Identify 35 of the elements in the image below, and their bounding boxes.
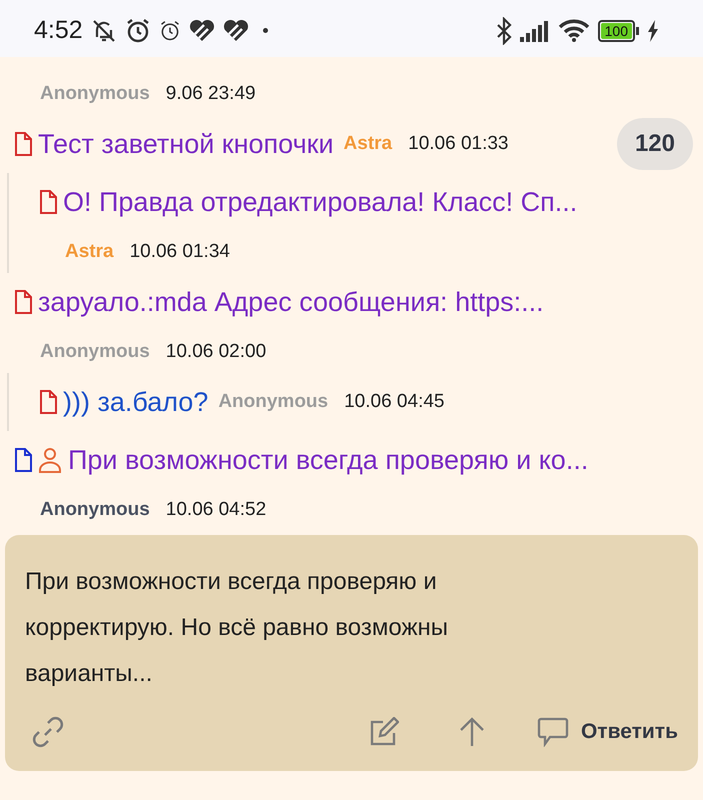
reply-count-badge: 120 bbox=[616, 118, 693, 170]
post-time: 9.06 23:49 bbox=[166, 83, 256, 105]
post-title[interactable]: О! Правда отредактировала! Класс! Сп... bbox=[63, 186, 578, 218]
dot-icon bbox=[262, 28, 268, 33]
alarm-clock-icon bbox=[124, 18, 151, 44]
link-icon bbox=[31, 715, 65, 749]
reply-button[interactable]: Ответить bbox=[530, 711, 678, 753]
author-name[interactable]: Anonymous bbox=[40, 499, 150, 521]
post-time: 10.06 04:52 bbox=[166, 499, 266, 521]
speech-bubble-icon bbox=[536, 717, 569, 747]
post-time: 10.06 01:33 bbox=[408, 133, 508, 155]
document-icon bbox=[39, 190, 57, 214]
post-title[interactable]: заруало.:mda Адрес сообщения: https:... bbox=[38, 286, 544, 318]
document-icon bbox=[14, 290, 32, 314]
post-title[interactable]: ))) за.бало? bbox=[63, 386, 208, 418]
bluetooth-icon bbox=[496, 16, 512, 44]
clock-time: 4:52 bbox=[34, 16, 83, 45]
bell-off-icon bbox=[90, 18, 117, 44]
alarm-clock-icon bbox=[158, 20, 181, 42]
wifi-icon bbox=[558, 18, 590, 42]
document-icon bbox=[39, 390, 57, 414]
post-time: 10.06 04:45 bbox=[344, 391, 444, 413]
document-icon bbox=[14, 448, 32, 472]
heart-icon bbox=[188, 20, 215, 42]
document-icon bbox=[14, 132, 32, 156]
heart-icon bbox=[222, 20, 249, 42]
arrow-up-icon bbox=[458, 717, 485, 747]
edit-icon bbox=[368, 717, 399, 747]
post-time: 10.06 02:00 bbox=[166, 341, 266, 363]
post-title[interactable]: Тест заветной кнопочки bbox=[38, 128, 334, 160]
message-text: При возможности всегда проверяю и корректирую. Но всё равно возможны варианты... bbox=[25, 567, 449, 689]
charging-icon bbox=[647, 20, 659, 42]
post-title[interactable]: При возможности всегда проверяю и ко... bbox=[68, 444, 588, 476]
signal-icon bbox=[520, 20, 550, 42]
post-time: 10.06 01:34 bbox=[130, 241, 230, 263]
